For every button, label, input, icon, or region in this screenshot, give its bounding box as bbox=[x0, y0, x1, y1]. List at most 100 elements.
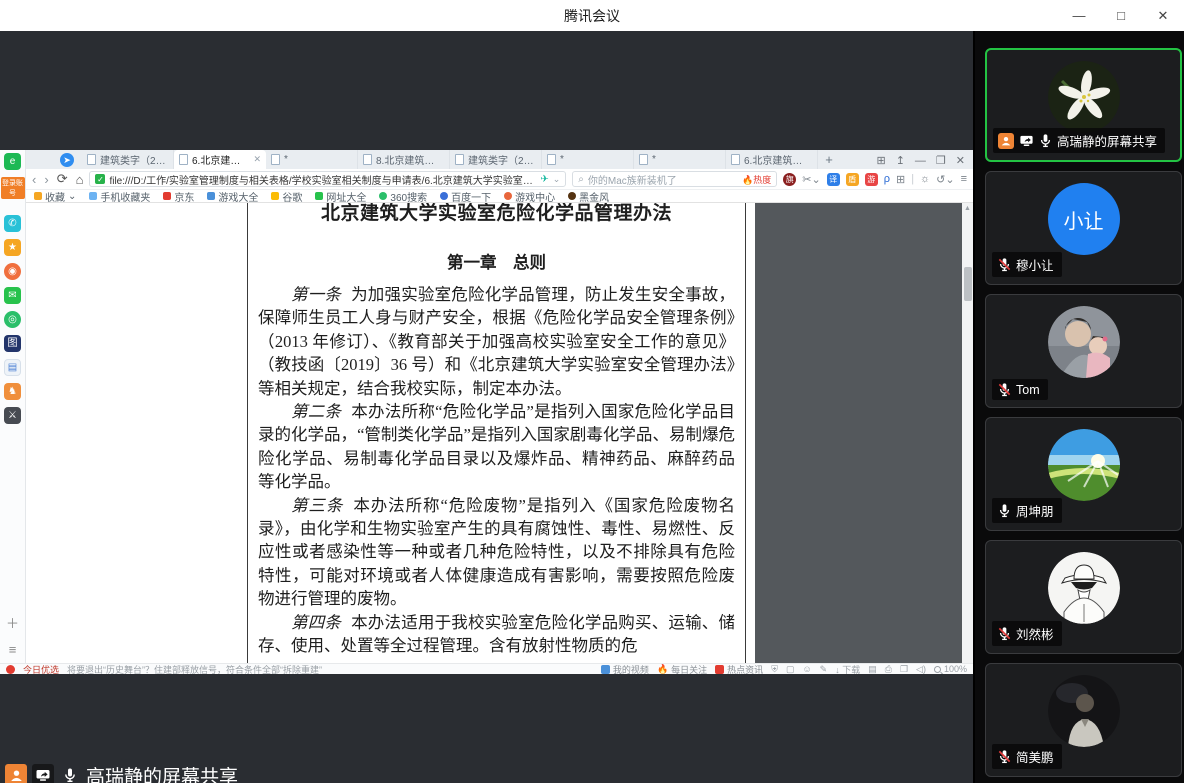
download-button[interactable]: ↓ 下载 bbox=[835, 663, 860, 674]
bookmark-item[interactable]: 游戏大全 bbox=[207, 190, 258, 202]
maximize-button[interactable]: □ bbox=[1100, 0, 1142, 31]
pdf-scrollbar[interactable]: ▲ bbox=[962, 203, 973, 663]
bookmark-item[interactable]: 百度一下 bbox=[440, 190, 491, 202]
edit-icon[interactable]: ✎ bbox=[820, 664, 828, 675]
browser-assistant-icon[interactable]: ➤ bbox=[60, 153, 74, 167]
flower-avatar bbox=[1048, 61, 1120, 133]
tab-layout-icon[interactable]: ⊞ bbox=[876, 154, 885, 167]
participant-tile[interactable]: 高瑞静的屏幕共享 bbox=[985, 48, 1182, 162]
browser-restore-icon[interactable]: ❐ bbox=[936, 154, 946, 167]
ext-magnet-icon[interactable]: ρ bbox=[884, 173, 890, 185]
participant-tile[interactable]: Tom bbox=[985, 294, 1182, 408]
sidebar-app-icon[interactable]: 图 bbox=[4, 335, 21, 352]
page-icon bbox=[363, 154, 372, 165]
zoom-control[interactable]: 100% bbox=[934, 664, 967, 674]
mic-muted-icon bbox=[997, 749, 1012, 764]
browser-tab[interactable]: * bbox=[634, 150, 726, 169]
window-icon[interactable]: ❐ bbox=[900, 664, 908, 675]
browser-tab[interactable]: 建筑类字（2009）号 bbox=[450, 150, 542, 169]
bookmarks-bar: 收藏 ⌄ 手机收藏夹 京东 游戏大全 谷歌 网址大全 360搜索 百度一下 游戏… bbox=[26, 190, 973, 202]
bookmark-item[interactable]: 谷歌 bbox=[271, 190, 302, 202]
browser-tab-active[interactable]: 6.北京建筑大学实验室危…✕ bbox=[174, 150, 266, 169]
participant-tile[interactable]: 简美鹏 bbox=[985, 663, 1182, 777]
sidebar-phone-icon[interactable]: ✆ bbox=[4, 215, 21, 232]
flame-icon: 🔥 bbox=[657, 664, 668, 675]
daily-follow-button[interactable]: 🔥每日关注 bbox=[657, 663, 707, 674]
search-placeholder[interactable]: 你的Mac族新装机了 bbox=[588, 172, 677, 187]
bookmark-item[interactable]: 360搜索 bbox=[379, 190, 427, 202]
browser-tab[interactable]: 建筑类字（2009）号 bbox=[82, 150, 174, 169]
sidebar-add-icon[interactable]: ＋ bbox=[6, 613, 19, 632]
news-button[interactable]: 热点资讯 bbox=[715, 663, 763, 674]
bookmark-item[interactable]: 手机收藏夹 bbox=[89, 190, 150, 202]
home-icon[interactable]: ⌂ bbox=[76, 172, 84, 187]
sidebar-list-icon[interactable]: ≡ bbox=[9, 642, 17, 657]
sidebar-favorites-icon[interactable]: ★ bbox=[4, 239, 21, 256]
shield-icon[interactable]: ⛨ bbox=[771, 664, 778, 675]
browser-tab[interactable]: 6.北京建筑大学实验室危 bbox=[726, 150, 818, 169]
bookmark-item[interactable]: 收藏 ⌄ bbox=[34, 190, 76, 202]
scrollbar-thumb[interactable] bbox=[964, 267, 972, 301]
bookmark-item[interactable]: 京东 bbox=[163, 190, 194, 202]
feedback-icon[interactable]: ☺ bbox=[802, 664, 811, 674]
url-text[interactable]: file:///D:/工作/实验室管理制度与相关表格/学校实验室相关制度与申请表… bbox=[109, 172, 536, 187]
browser-360-logo[interactable]: e bbox=[4, 153, 21, 170]
history-icon[interactable]: ↺⌄ bbox=[936, 173, 954, 186]
new-tab-button[interactable]: + bbox=[818, 152, 840, 169]
browser-tab[interactable]: * bbox=[542, 150, 634, 169]
sidebar-game-icon[interactable]: ♞ bbox=[4, 383, 21, 400]
landscape-avatar bbox=[1048, 429, 1120, 501]
participant-tile[interactable]: 小让 穆小让 bbox=[985, 171, 1182, 285]
printer-icon[interactable]: ⎙ bbox=[885, 664, 892, 675]
close-button[interactable]: ✕ bbox=[1142, 0, 1184, 31]
speaker-icon[interactable]: ◁) bbox=[916, 664, 926, 675]
participant-tile[interactable]: 刘然彬 bbox=[985, 540, 1182, 654]
login-badge[interactable]: 登录账号 bbox=[1, 177, 25, 199]
ext-translate-icon[interactable]: 译 bbox=[827, 173, 840, 186]
browser-close-icon[interactable]: ✕ bbox=[956, 154, 965, 167]
browser-minimize-icon[interactable]: — bbox=[915, 155, 926, 167]
daynight-icon[interactable]: ☼ bbox=[920, 173, 930, 185]
bookmark-item[interactable]: 黑金风 bbox=[568, 190, 609, 202]
addr-dropdown-icon[interactable]: ⌄ bbox=[553, 174, 561, 185]
tab-close-icon[interactable]: ✕ bbox=[253, 154, 261, 165]
news-ticker[interactable]: 将要退出“历史舞台”？住建部释放信号，符合条件全部“拆除重建” bbox=[67, 663, 593, 674]
browser-sidebar: e 登录账号 ✆ ★ ◉ ✉ ◎ 图 ▤ ♞ ⚔ ＋ ≡ bbox=[0, 150, 26, 663]
bookmark-item[interactable]: 游戏中心 bbox=[504, 190, 555, 202]
menu-icon[interactable]: ≡ bbox=[961, 173, 967, 185]
sidebar-notes-icon[interactable]: ▤ bbox=[4, 359, 21, 376]
ext-game-icon[interactable]: 游 bbox=[865, 173, 878, 186]
bookmark-star-icon[interactable]: ✈ bbox=[540, 174, 548, 185]
screenshot-icon[interactable]: ▢ bbox=[786, 664, 795, 675]
boss-key-icon[interactable]: ↥ bbox=[896, 154, 905, 167]
hot-tag[interactable]: 🔥热度 bbox=[742, 173, 771, 186]
apps-grid-icon[interactable]: ⊞ bbox=[896, 173, 905, 186]
search-box[interactable]: ⌕ 你的Mac族新装机了 🔥热度 bbox=[572, 171, 777, 187]
today-pick-label[interactable]: 今日优选 bbox=[23, 663, 59, 674]
sidebar-weibo-icon[interactable]: ◉ bbox=[4, 263, 21, 280]
sites-icon bbox=[315, 192, 323, 200]
browser-tab[interactable]: 8.北京建筑大学实验室危 bbox=[358, 150, 450, 169]
scroll-up-icon[interactable]: ▲ bbox=[964, 205, 971, 212]
back-icon[interactable]: ‹ bbox=[32, 172, 36, 187]
ext-shield-icon[interactable]: 盾 bbox=[846, 173, 859, 186]
screenshot-scissors-icon[interactable]: ✂⌄ bbox=[802, 173, 820, 186]
mailbox-icon[interactable]: ▤ bbox=[868, 664, 877, 675]
bookmark-item[interactable]: 网址大全 bbox=[315, 190, 366, 202]
my-video-button[interactable]: 我的视频 bbox=[601, 663, 649, 674]
document-body: 北京建筑大学实验室危险化学品管理办法 第一章 总则 第一条为加强实验室危险化学品… bbox=[247, 203, 746, 663]
sidebar-circle-icon[interactable]: ◎ bbox=[4, 311, 21, 328]
participant-tile[interactable]: 周坤朋 bbox=[985, 417, 1182, 531]
sidebar-mail-icon[interactable]: ✉ bbox=[4, 287, 21, 304]
minimize-button[interactable]: — bbox=[1058, 0, 1100, 31]
browser-tab[interactable]: * bbox=[266, 150, 358, 169]
today-pick-icon[interactable] bbox=[6, 665, 15, 674]
address-bar[interactable]: ✓ file:///D:/工作/实验室管理制度与相关表格/学校实验室相关制度与申… bbox=[89, 171, 566, 187]
file-security-icon: ✓ bbox=[95, 174, 105, 184]
refresh-icon[interactable]: ⟳ bbox=[57, 171, 68, 187]
forward-icon[interactable]: › bbox=[44, 172, 48, 187]
page-icon bbox=[455, 154, 464, 165]
participant-label: 高瑞静的屏幕共享 bbox=[993, 128, 1165, 153]
ext-redcircle-icon[interactable]: 旗 bbox=[783, 173, 796, 186]
sidebar-game2-icon[interactable]: ⚔ bbox=[4, 407, 21, 424]
